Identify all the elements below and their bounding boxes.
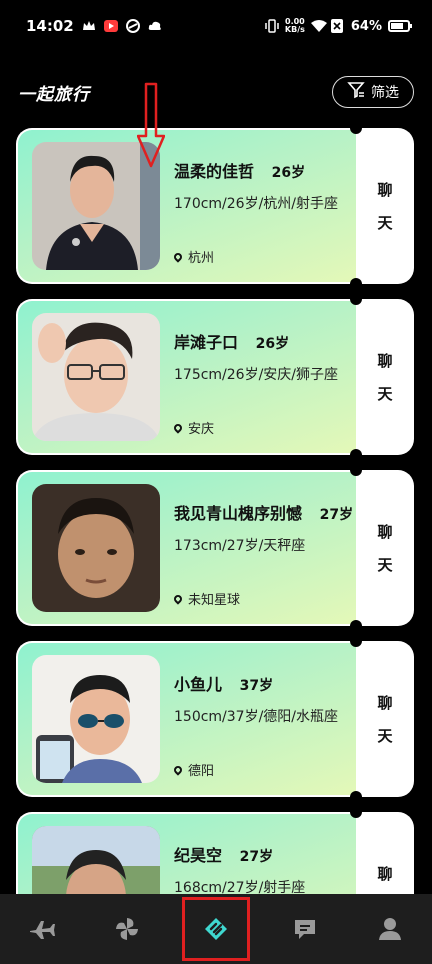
chat-button[interactable]: 聊 天 [356, 470, 414, 626]
user-card-body[interactable]: 我见青山槐序别憾 27岁 173cm/27岁/天秤座 未知星球 [16, 470, 356, 626]
user-age: 37岁 [239, 678, 274, 694]
location-pin-icon [172, 250, 184, 263]
sim-off-icon [330, 19, 345, 33]
vibrate-icon [265, 19, 279, 33]
wifi-icon [310, 19, 327, 33]
user-details: 175cm/26岁/安庆/狮子座 [174, 367, 339, 383]
video-app-icon [103, 19, 118, 33]
user-photo[interactable] [32, 313, 160, 441]
user-card-list: 温柔的佳哲 26岁 170cm/26岁/杭州/射手座 杭州 聊 天 岸滩子口 2… [16, 122, 414, 964]
location-label: 未知星球 [188, 593, 241, 608]
user-name: 岸滩子口 [174, 333, 239, 352]
user-name: 小鱼儿 [174, 675, 223, 694]
user-card-body[interactable]: 岸滩子口 26岁 175cm/26岁/安庆/狮子座 安庆 [16, 299, 356, 455]
location-pin-icon [172, 592, 184, 605]
cloud-icon [148, 19, 162, 33]
chat-button[interactable]: 聊 天 [356, 641, 414, 797]
network-speed: 0.00 KB/s [284, 17, 305, 34]
location-pin-icon [172, 421, 184, 434]
bottom-nav [0, 894, 432, 964]
user-age: 26岁 [255, 336, 290, 352]
user-location: 未知星球 [172, 589, 241, 608]
nav-profile[interactable] [360, 899, 420, 959]
user-location: 杭州 [172, 247, 215, 266]
airplane-icon [30, 921, 56, 939]
profile-icon [378, 918, 401, 940]
filter-button[interactable]: 筛选 [332, 76, 414, 108]
user-photo[interactable] [32, 655, 160, 783]
nav-discover[interactable] [97, 899, 157, 959]
pinwheel-icon [116, 918, 139, 940]
user-info: 小鱼儿 37岁 150cm/37岁/德阳/水瓶座 德阳 [172, 643, 348, 799]
location-label: 杭州 [188, 251, 215, 266]
user-age: 27岁 [239, 849, 274, 865]
user-age: 26岁 [271, 165, 306, 181]
user-details: 173cm/27岁/天秤座 [174, 538, 306, 554]
app-notification-icon [125, 19, 140, 33]
user-location: 安庆 [172, 418, 215, 437]
user-name: 我见青山槐序别憾 [174, 504, 303, 523]
match-icon [204, 918, 227, 940]
location-label: 德阳 [188, 764, 215, 779]
user-location: 德阳 [172, 760, 215, 779]
status-time: 14:02 [26, 17, 74, 35]
nav-match[interactable] [181, 897, 250, 961]
location-label: 安庆 [188, 422, 215, 437]
nav-travel[interactable] [12, 899, 72, 959]
battery-icon [388, 20, 412, 32]
crown-icon [82, 19, 96, 33]
user-details: 150cm/37岁/德阳/水瓶座 [174, 709, 339, 725]
filter-label: 筛选 [371, 85, 399, 101]
status-bar: 14:02 0.00 KB/s 64% [0, 0, 432, 52]
user-age: 27岁 [319, 507, 354, 523]
user-name: 纪昊空 [174, 846, 223, 865]
user-card[interactable]: 小鱼儿 37岁 150cm/37岁/德阳/水瓶座 德阳 聊 天 [16, 635, 414, 803]
message-icon [294, 920, 315, 939]
user-card-body[interactable]: 小鱼儿 37岁 150cm/37岁/德阳/水瓶座 德阳 [16, 641, 356, 797]
user-details: 170cm/26岁/杭州/射手座 [174, 196, 339, 212]
user-name: 温柔的佳哲 [174, 162, 255, 181]
user-info: 岸滩子口 26岁 175cm/26岁/安庆/狮子座 安庆 [172, 301, 348, 457]
user-card[interactable]: 岸滩子口 26岁 175cm/26岁/安庆/狮子座 安庆 聊 天 [16, 293, 414, 461]
page-title: 一起旅行 [18, 85, 90, 105]
user-card-body[interactable]: 温柔的佳哲 26岁 170cm/26岁/杭州/射手座 杭州 [16, 128, 356, 284]
user-info: 温柔的佳哲 26岁 170cm/26岁/杭州/射手座 杭州 [172, 130, 348, 286]
user-info: 我见青山槐序别憾 27岁 173cm/27岁/天秤座 未知星球 [172, 472, 353, 628]
annotation-arrow [137, 82, 165, 168]
chat-button[interactable]: 聊 天 [356, 299, 414, 455]
user-card[interactable]: 我见青山槐序别憾 27岁 173cm/27岁/天秤座 未知星球 聊 天 [16, 464, 414, 632]
nav-messages[interactable] [275, 899, 335, 959]
chat-button[interactable]: 聊 天 [356, 128, 414, 284]
battery-percent: 64% [350, 18, 382, 34]
user-card[interactable]: 温柔的佳哲 26岁 170cm/26岁/杭州/射手座 杭州 聊 天 [16, 122, 414, 290]
filter-icon [347, 81, 365, 103]
header: 一起旅行 筛选 [0, 76, 432, 110]
location-pin-icon [172, 763, 184, 776]
user-photo[interactable] [32, 484, 160, 612]
